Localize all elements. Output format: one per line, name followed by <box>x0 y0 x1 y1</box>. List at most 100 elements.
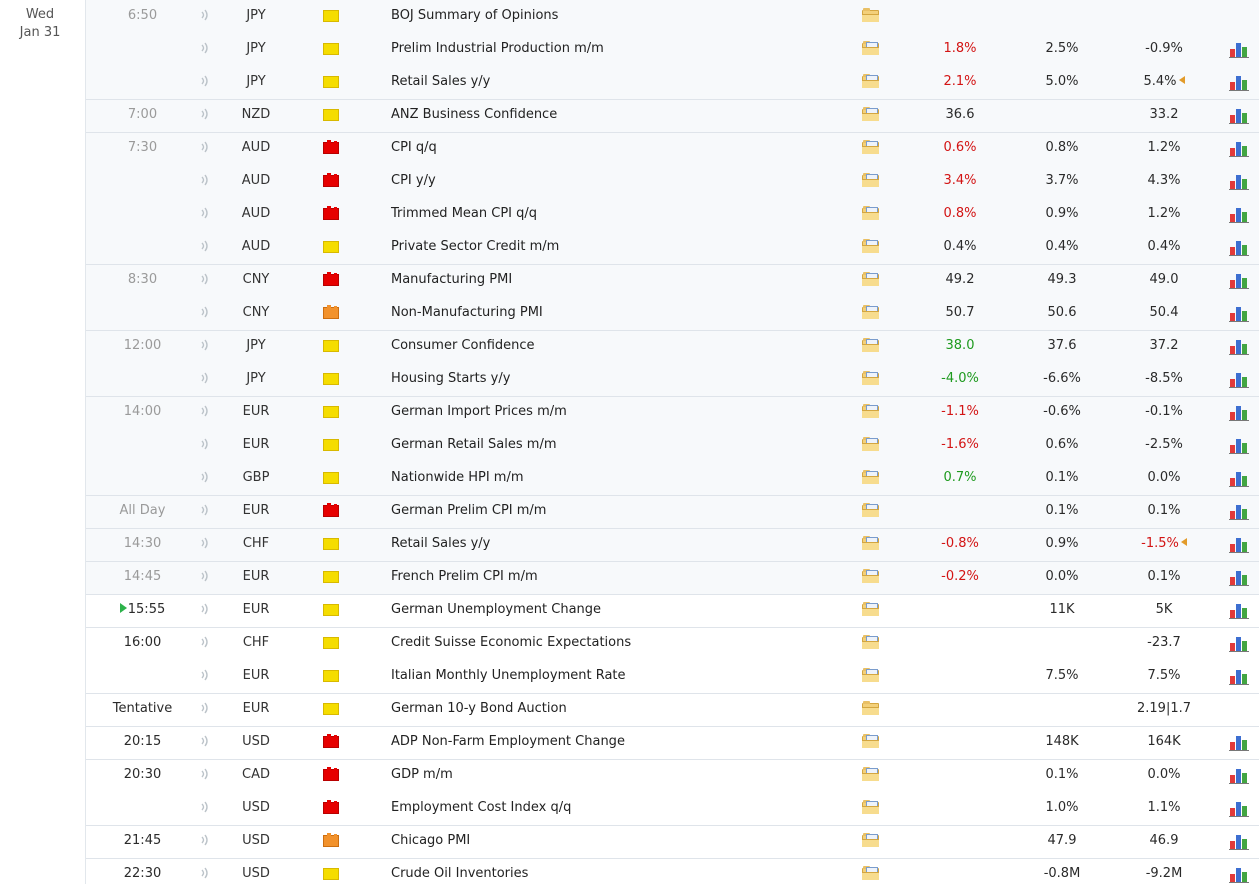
event-name[interactable]: German Retail Sales m/m <box>391 429 841 462</box>
folder-icon[interactable] <box>862 41 880 55</box>
event-name[interactable]: Consumer Confidence <box>391 330 841 363</box>
event-name[interactable]: Credit Suisse Economic Expectations <box>391 627 841 660</box>
folder-icon[interactable] <box>862 338 880 352</box>
event-row[interactable]: JPY Retail Sales y/y 2.1% 5.0% 5.4% <box>86 66 1259 99</box>
event-row[interactable]: EUR Italian Monthly Unemployment Rate 7.5%… <box>86 660 1259 693</box>
folder-icon[interactable] <box>862 437 880 451</box>
event-name[interactable]: ADP Non-Farm Employment Change <box>391 726 841 759</box>
folder-icon[interactable] <box>862 206 880 220</box>
folder-icon[interactable] <box>862 371 880 385</box>
folder-icon[interactable] <box>862 8 880 22</box>
speaker-icon[interactable] <box>198 66 212 101</box>
event-name[interactable]: Manufacturing PMI <box>391 264 841 297</box>
speaker-icon[interactable] <box>198 396 212 431</box>
event-name[interactable]: Retail Sales y/y <box>391 528 841 561</box>
speaker-icon[interactable] <box>198 759 212 794</box>
event-row[interactable]: 21:45 USD Chicago PMI 47.9 46.9 <box>86 825 1259 858</box>
speaker-icon[interactable] <box>198 363 212 398</box>
event-name[interactable]: Italian Monthly Unemployment Rate <box>391 660 841 693</box>
bar-chart-icon[interactable] <box>1229 866 1249 883</box>
event-row[interactable]: 8:30 CNY Manufacturing PMI 49.2 49.3 49.0 <box>86 264 1259 297</box>
event-row[interactable]: 16:00 CHF Credit Suisse Economic Expectati… <box>86 627 1259 660</box>
folder-icon[interactable] <box>862 536 880 550</box>
speaker-icon[interactable] <box>198 858 212 893</box>
event-name[interactable]: German Prelim CPI m/m <box>391 495 841 528</box>
folder-icon[interactable] <box>862 470 880 484</box>
speaker-icon[interactable] <box>198 264 212 299</box>
speaker-icon[interactable] <box>198 0 212 35</box>
event-name[interactable]: Employment Cost Index q/q <box>391 792 841 825</box>
speaker-icon[interactable] <box>198 825 212 860</box>
folder-icon[interactable] <box>862 833 880 847</box>
event-name[interactable]: German 10-y Bond Auction <box>391 693 841 726</box>
folder-icon[interactable] <box>862 569 880 583</box>
bar-chart-icon[interactable] <box>1229 107 1249 124</box>
bar-chart-icon[interactable] <box>1229 338 1249 355</box>
event-row[interactable]: 7:30 AUD CPI q/q 0.6% 0.8% 1.2% <box>86 132 1259 165</box>
folder-icon[interactable] <box>862 767 880 781</box>
bar-chart-icon[interactable] <box>1229 272 1249 289</box>
bar-chart-icon[interactable] <box>1229 602 1249 619</box>
bar-chart-icon[interactable] <box>1229 668 1249 685</box>
event-row[interactable]: 20:15 USD ADP Non-Farm Employment Change 14… <box>86 726 1259 759</box>
speaker-icon[interactable] <box>198 429 212 464</box>
event-row[interactable]: EUR German Retail Sales m/m -1.6% 0.6% -2.5% <box>86 429 1259 462</box>
bar-chart-icon[interactable] <box>1229 140 1249 157</box>
bar-chart-icon[interactable] <box>1229 470 1249 487</box>
folder-icon[interactable] <box>862 140 880 154</box>
speaker-icon[interactable] <box>198 231 212 266</box>
bar-chart-icon[interactable] <box>1229 437 1249 454</box>
event-name[interactable]: Non-Manufacturing PMI <box>391 297 841 330</box>
event-row[interactable]: AUD CPI y/y 3.4% 3.7% 4.3% <box>86 165 1259 198</box>
bar-chart-icon[interactable] <box>1229 734 1249 751</box>
bar-chart-icon[interactable] <box>1229 239 1249 256</box>
speaker-icon[interactable] <box>198 660 212 695</box>
event-name[interactable]: Prelim Industrial Production m/m <box>391 33 841 66</box>
event-name[interactable]: GDP m/m <box>391 759 841 792</box>
bar-chart-icon[interactable] <box>1229 206 1249 223</box>
speaker-icon[interactable] <box>198 792 212 827</box>
folder-icon[interactable] <box>862 272 880 286</box>
event-row[interactable]: 6:50 JPY BOJ Summary of Opinions <box>86 0 1259 33</box>
bar-chart-icon[interactable] <box>1229 800 1249 817</box>
event-row[interactable]: AUD Trimmed Mean CPI q/q 0.8% 0.9% 1.2% <box>86 198 1259 231</box>
event-row[interactable]: USD Employment Cost Index q/q 1.0% 1.1% <box>86 792 1259 825</box>
event-name[interactable]: Trimmed Mean CPI q/q <box>391 198 841 231</box>
speaker-icon[interactable] <box>198 627 212 662</box>
event-name[interactable]: Housing Starts y/y <box>391 363 841 396</box>
folder-icon[interactable] <box>862 239 880 253</box>
speaker-icon[interactable] <box>198 528 212 563</box>
folder-icon[interactable] <box>862 800 880 814</box>
event-name[interactable]: CPI y/y <box>391 165 841 198</box>
event-row[interactable]: 14:00 EUR German Import Prices m/m -1.1% -0.… <box>86 396 1259 429</box>
speaker-icon[interactable] <box>198 594 212 629</box>
event-name[interactable]: Chicago PMI <box>391 825 841 858</box>
folder-icon[interactable] <box>862 74 880 88</box>
folder-icon[interactable] <box>862 404 880 418</box>
folder-icon[interactable] <box>862 602 880 616</box>
event-name[interactable]: ANZ Business Confidence <box>391 99 841 132</box>
speaker-icon[interactable] <box>198 726 212 761</box>
folder-icon[interactable] <box>862 107 880 121</box>
event-row[interactable]: 12:00 JPY Consumer Confidence 38.0 37.6 37.2 <box>86 330 1259 363</box>
folder-icon[interactable] <box>862 305 880 319</box>
event-name[interactable]: CPI q/q <box>391 132 841 165</box>
event-name[interactable]: German Unemployment Change <box>391 594 841 627</box>
bar-chart-icon[interactable] <box>1229 74 1249 91</box>
event-row[interactable]: Tentative EUR German 10-y Bond Auction 2.19… <box>86 693 1259 726</box>
speaker-icon[interactable] <box>198 165 212 200</box>
event-row[interactable]: 22:30 USD Crude Oil Inventories -0.8M -9.2M <box>86 858 1259 891</box>
event-name[interactable]: German Import Prices m/m <box>391 396 841 429</box>
folder-icon[interactable] <box>862 734 880 748</box>
event-row[interactable]: GBP Nationwide HPI m/m 0.7% 0.1% 0.0% <box>86 462 1259 495</box>
event-row[interactable]: 7:00 NZD ANZ Business Confidence 36.6 33.2 <box>86 99 1259 132</box>
bar-chart-icon[interactable] <box>1229 371 1249 388</box>
event-row[interactable]: 20:30 CAD GDP m/m 0.1% 0.0% <box>86 759 1259 792</box>
speaker-icon[interactable] <box>198 33 212 68</box>
folder-icon[interactable] <box>862 635 880 649</box>
bar-chart-icon[interactable] <box>1229 635 1249 652</box>
speaker-icon[interactable] <box>198 198 212 233</box>
speaker-icon[interactable] <box>198 462 212 497</box>
event-name[interactable]: Retail Sales y/y <box>391 66 841 99</box>
bar-chart-icon[interactable] <box>1229 833 1249 850</box>
